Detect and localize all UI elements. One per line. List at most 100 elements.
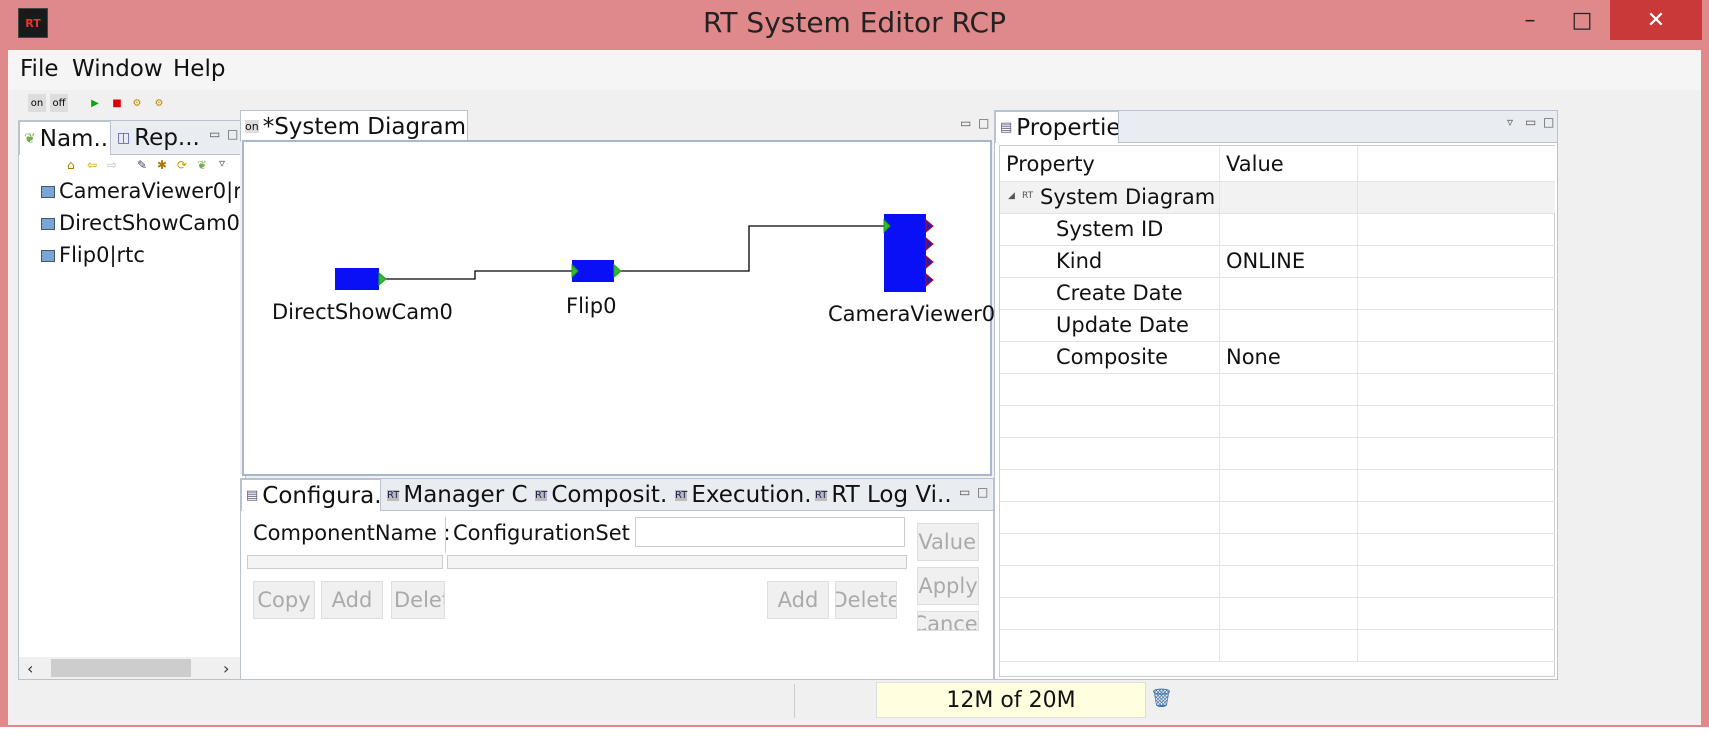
menu-help[interactable]: Help bbox=[173, 56, 225, 82]
horizontal-scrollbar[interactable]: ‹ › bbox=[19, 657, 245, 679]
edit-icon[interactable]: ✎ bbox=[137, 158, 147, 172]
copy-button[interactable]: Copy bbox=[253, 581, 315, 619]
empty-row bbox=[1000, 598, 1555, 630]
empty-row bbox=[1000, 374, 1555, 406]
maximize-view-icon[interactable]: □ bbox=[1543, 115, 1554, 129]
properties-tab-bar: ▤ Properties ▿ ▭ □ bbox=[995, 111, 1557, 143]
tree-item[interactable]: Flip0|rtc bbox=[59, 243, 145, 267]
left-view-toolbar: ⌂ ⇦ ⇨ ✎ ✱ ⟳ ❦ ▿ bbox=[19, 155, 245, 177]
activate-icon[interactable]: ▶ bbox=[86, 94, 104, 112]
minimize-view-icon[interactable]: ▭ bbox=[209, 127, 220, 141]
properties-panel: ▤ Properties ▿ ▭ □ Property Value ◢ RT S… bbox=[994, 110, 1558, 680]
component-directshowcam0[interactable] bbox=[335, 268, 379, 290]
tab-name-service[interactable]: ❦ Nam... bbox=[19, 121, 111, 155]
edit-value-button[interactable]: Edit Value bbox=[917, 523, 979, 561]
service-port[interactable] bbox=[925, 254, 934, 270]
empty-row bbox=[1000, 534, 1555, 566]
table-row[interactable]: Composite None bbox=[1000, 342, 1555, 374]
service-port[interactable] bbox=[925, 272, 934, 288]
heap-status[interactable]: 12M of 20M bbox=[876, 682, 1146, 718]
node-label: CameraViewer0 bbox=[828, 302, 996, 326]
maximize-view-icon[interactable]: □ bbox=[977, 485, 988, 499]
refresh-icon[interactable]: ⟳ bbox=[177, 158, 187, 172]
add-param-button[interactable]: Add bbox=[767, 581, 829, 619]
minimize-view-icon[interactable]: ▭ bbox=[960, 116, 971, 130]
bottom-tab-bar: ▤ Configura... RT Manager C... RT Compos… bbox=[241, 479, 993, 511]
garbage-collect-icon[interactable]: 🗑 bbox=[1150, 688, 1173, 709]
start-icon[interactable]: ⚙ bbox=[128, 94, 146, 112]
tab-properties[interactable]: ▤ Properties bbox=[995, 111, 1119, 143]
scrollbar-thumb[interactable] bbox=[51, 659, 191, 677]
tree-item[interactable]: DirectShowCam0|r bbox=[59, 211, 256, 235]
scroll-left-icon[interactable]: ‹ bbox=[27, 659, 33, 678]
collapse-icon[interactable]: ◢ bbox=[1008, 191, 1015, 201]
connector-line[interactable] bbox=[383, 270, 572, 280]
scroll-right-icon[interactable]: › bbox=[223, 659, 229, 678]
cancel-button[interactable]: Cancel bbox=[917, 611, 979, 631]
offline-icon[interactable]: off bbox=[50, 94, 68, 112]
table-row[interactable]: System ID bbox=[1000, 214, 1555, 246]
component-icon bbox=[41, 218, 55, 230]
delete-param-button[interactable]: Delete bbox=[835, 581, 897, 619]
service-port[interactable] bbox=[925, 236, 934, 252]
tab-rt-log-view[interactable]: RT RT Log Vi... bbox=[811, 479, 951, 511]
forward-icon[interactable]: ⇨ bbox=[107, 158, 117, 172]
view-menu-icon[interactable]: ▿ bbox=[219, 156, 225, 170]
tab-execution-context[interactable]: RT Execution... bbox=[671, 479, 809, 511]
status-bar: 12M of 20M 🗑 bbox=[8, 680, 1701, 725]
node-label: DirectShowCam0 bbox=[272, 300, 453, 324]
back-icon[interactable]: ⇦ bbox=[87, 158, 97, 172]
repository-icon: ◫ bbox=[117, 130, 131, 146]
online-icon[interactable]: on bbox=[28, 94, 46, 112]
maximize-view-icon[interactable]: □ bbox=[978, 116, 989, 130]
service-port[interactable] bbox=[925, 218, 934, 234]
stop-icon[interactable]: ⚙ bbox=[150, 94, 168, 112]
close-button[interactable]: ✕ bbox=[1610, 0, 1702, 40]
view-menu-icon[interactable]: ▿ bbox=[1507, 115, 1513, 129]
out-port[interactable] bbox=[613, 263, 622, 279]
node-label: Flip0 bbox=[566, 294, 617, 318]
maximize-view-icon[interactable]: □ bbox=[227, 127, 238, 141]
deactivate-icon[interactable]: ■ bbox=[108, 94, 126, 112]
configuration-table[interactable] bbox=[447, 555, 907, 569]
empty-row bbox=[1000, 470, 1555, 502]
minimize-view-icon[interactable]: ▭ bbox=[959, 485, 970, 499]
empty-row bbox=[1000, 438, 1555, 470]
tab-configuration[interactable]: ▤ Configura... bbox=[241, 479, 381, 511]
menu-window[interactable]: Window bbox=[72, 56, 163, 82]
out-port[interactable] bbox=[378, 271, 387, 287]
table-row[interactable]: Kind ONLINE bbox=[1000, 246, 1555, 278]
rt-icon: RT bbox=[387, 489, 400, 501]
table-row[interactable]: ◢ RT System Diagram bbox=[1000, 182, 1555, 214]
group-label: System Diagram bbox=[1040, 185, 1216, 209]
component-list[interactable] bbox=[247, 555, 443, 569]
apply-button[interactable]: Apply bbox=[917, 567, 979, 605]
tab-system-diagram[interactable]: on *System Diagram. ⊠ bbox=[240, 110, 468, 142]
leaf-icon[interactable]: ❦ bbox=[197, 158, 207, 172]
maximize-button[interactable]: □ bbox=[1550, 0, 1614, 40]
tab-composite[interactable]: RT Composit... bbox=[531, 479, 669, 511]
minimize-view-icon[interactable]: ▭ bbox=[1525, 115, 1536, 129]
home-icon[interactable]: ⌂ bbox=[67, 158, 75, 172]
table-row[interactable]: Create Date bbox=[1000, 278, 1555, 310]
rt-icon: RT bbox=[535, 489, 548, 501]
column-header-property[interactable]: Property bbox=[1006, 152, 1095, 176]
tree-item[interactable]: CameraViewer0|rtc bbox=[59, 179, 262, 203]
rt-icon: RT bbox=[815, 489, 828, 501]
filter-icon[interactable]: ✱ bbox=[157, 158, 167, 172]
delete-configset-button[interactable]: Delete bbox=[391, 581, 445, 619]
title-bar[interactable]: RT RT System Editor RCP – □ ✕ bbox=[0, 0, 1709, 50]
connector-line[interactable] bbox=[617, 225, 885, 272]
configuration-icon: ▤ bbox=[246, 488, 259, 503]
configuration-set-field[interactable] bbox=[635, 517, 905, 547]
column-header-value[interactable]: Value bbox=[1226, 152, 1284, 176]
tab-repository[interactable]: ◫ Rep... bbox=[113, 121, 199, 155]
tab-manager-control[interactable]: RT Manager C... bbox=[383, 479, 529, 511]
add-configset-button[interactable]: Add bbox=[321, 581, 383, 619]
menu-file[interactable]: File bbox=[20, 56, 59, 82]
table-row[interactable]: Update Date bbox=[1000, 310, 1555, 342]
diagram-canvas[interactable]: DirectShowCam0 Flip0 CameraViewer0 bbox=[242, 140, 996, 476]
divider bbox=[445, 517, 446, 553]
empty-row bbox=[1000, 630, 1555, 662]
property-table: Property Value ◢ RT System Diagram Syste… bbox=[999, 145, 1555, 677]
